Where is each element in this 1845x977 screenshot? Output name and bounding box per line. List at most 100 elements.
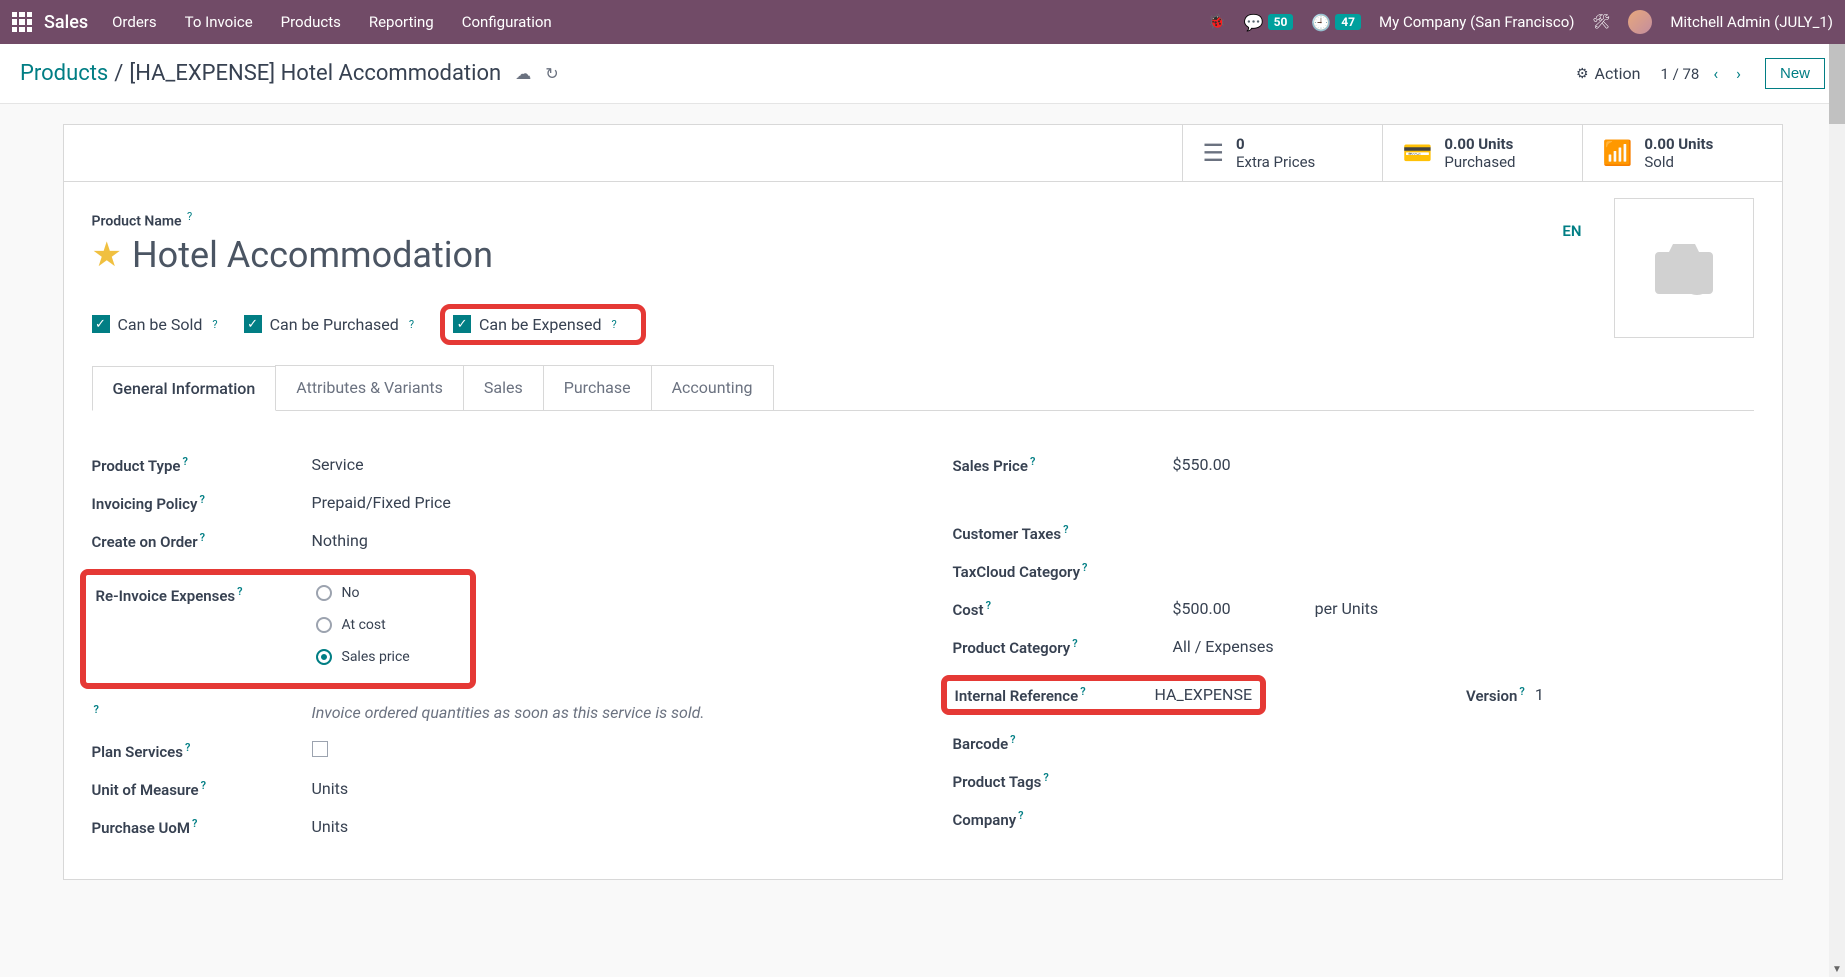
value-product-category[interactable]: All / Expenses xyxy=(1173,637,1274,656)
help-icon[interactable]: ? xyxy=(185,741,190,754)
help-icon[interactable]: ? xyxy=(237,585,242,598)
help-icon[interactable]: ? xyxy=(409,318,414,331)
help-icon[interactable]: ? xyxy=(200,531,205,544)
tab-general-information[interactable]: General Information xyxy=(92,366,277,411)
scroll-down-icon[interactable]: ▼ xyxy=(1829,961,1845,977)
pager: 1 / 78 ‹ › xyxy=(1660,64,1745,83)
pager-text[interactable]: 1 / 78 xyxy=(1660,65,1699,83)
cloud-save-icon[interactable]: ☁ xyxy=(515,64,531,83)
help-icon[interactable]: ? xyxy=(94,703,99,716)
highlight-internal-reference: Internal Reference? HA_EXPENSE xyxy=(941,675,1267,715)
tabs: General Information Attributes & Variant… xyxy=(92,365,1754,411)
bug-icon[interactable]: 🐞 xyxy=(1208,14,1225,30)
value-create-on-order[interactable]: Nothing xyxy=(312,531,368,550)
form-sheet: ☰ 0 Extra Prices 💳 0.00 Units Purchased … xyxy=(63,124,1783,880)
tab-purchase[interactable]: Purchase xyxy=(543,365,652,410)
discard-icon[interactable]: ↻ xyxy=(545,64,558,83)
breadcrumb-current: [HA_EXPENSE] Hotel Accommodation xyxy=(129,61,501,86)
value-internal-reference[interactable]: HA_EXPENSE xyxy=(1155,685,1253,704)
help-icon[interactable]: ? xyxy=(187,210,192,223)
credit-card-icon: 💳 xyxy=(1403,139,1433,167)
radio-at-cost[interactable]: At cost xyxy=(316,617,410,633)
bars-icon: 📶 xyxy=(1603,139,1633,167)
stat-purchased-val: 0.00 Units xyxy=(1444,135,1515,153)
messages-button[interactable]: 💬 50 xyxy=(1244,13,1294,32)
radio-no[interactable]: No xyxy=(316,585,410,601)
stat-sold[interactable]: 📶 0.00 Units Sold xyxy=(1582,125,1782,181)
check-can-be-expensed[interactable]: ✓ Can be Expensed ? xyxy=(453,315,617,334)
product-image-placeholder[interactable] xyxy=(1614,198,1754,338)
messages-count: 50 xyxy=(1268,14,1294,30)
company-selector[interactable]: My Company (San Francisco) xyxy=(1379,13,1574,31)
nav-link-products[interactable]: Products xyxy=(281,13,341,31)
help-icon[interactable]: ? xyxy=(1082,561,1087,574)
help-icon[interactable]: ? xyxy=(1519,685,1524,698)
help-icon[interactable]: ? xyxy=(1063,523,1068,536)
breadcrumb-root[interactable]: Products xyxy=(20,61,108,86)
stat-extra-prices[interactable]: ☰ 0 Extra Prices xyxy=(1182,125,1382,181)
help-icon[interactable]: ? xyxy=(611,318,616,331)
help-icon[interactable]: ? xyxy=(1043,771,1048,784)
avatar[interactable] xyxy=(1628,10,1652,34)
product-name-input[interactable]: Hotel Accommodation xyxy=(132,234,493,276)
favorite-star-icon[interactable]: ★ xyxy=(92,235,122,275)
help-icon[interactable]: ? xyxy=(986,599,991,612)
highlight-can-be-expensed: ✓ Can be Expensed ? xyxy=(440,304,646,345)
value-version[interactable]: 1 xyxy=(1535,685,1544,704)
help-icon[interactable]: ? xyxy=(1072,637,1077,650)
tab-attributes-variants[interactable]: Attributes & Variants xyxy=(275,365,464,410)
help-icon[interactable]: ? xyxy=(192,817,197,830)
value-purchase-uom[interactable]: Units xyxy=(312,817,349,836)
label-barcode: Barcode xyxy=(953,735,1009,753)
help-icon[interactable]: ? xyxy=(201,779,206,792)
value-uom[interactable]: Units xyxy=(312,779,349,798)
scrollbar[interactable]: ▼ xyxy=(1829,44,1845,977)
check-can-be-sold[interactable]: ✓ Can be Sold ? xyxy=(92,315,218,334)
app-title[interactable]: Sales xyxy=(44,12,88,33)
check-can-be-purchased[interactable]: ✓ Can be Purchased ? xyxy=(244,315,414,334)
stat-purchased[interactable]: 💳 0.00 Units Purchased xyxy=(1382,125,1582,181)
list-icon: ☰ xyxy=(1203,139,1225,167)
value-product-type[interactable]: Service xyxy=(312,455,364,474)
value-sales-price[interactable]: $550.00 xyxy=(1173,455,1231,474)
tab-sales[interactable]: Sales xyxy=(463,365,544,410)
help-icon[interactable]: ? xyxy=(182,455,187,468)
check-label-sold: Can be Sold xyxy=(118,315,203,334)
radio-sales-price[interactable]: Sales price xyxy=(316,649,410,665)
nav-link-orders[interactable]: Orders xyxy=(112,13,157,31)
help-icon[interactable]: ? xyxy=(199,493,204,506)
tools-icon[interactable]: 🛠 xyxy=(1593,14,1611,30)
help-icon[interactable]: ? xyxy=(212,318,217,331)
label-purchase-uom: Purchase UoM xyxy=(92,819,190,837)
clock-icon: 🕘 xyxy=(1311,13,1331,32)
left-column: Product Type? Service Invoicing Policy? … xyxy=(92,455,893,855)
apps-icon[interactable] xyxy=(12,12,32,32)
help-icon[interactable]: ? xyxy=(1080,685,1085,698)
pager-prev-icon[interactable]: ‹ xyxy=(1709,64,1722,83)
nav-link-toinvoice[interactable]: To Invoice xyxy=(185,13,253,31)
camera-plus-icon xyxy=(1649,238,1719,298)
stat-extra-prices-val: 0 xyxy=(1236,135,1315,153)
activities-button[interactable]: 🕘 47 xyxy=(1311,13,1361,32)
new-button[interactable]: New xyxy=(1765,58,1825,89)
value-cost[interactable]: $500.00 xyxy=(1173,599,1231,618)
nav-link-reporting[interactable]: Reporting xyxy=(369,13,434,31)
nav-right: 🐞 💬 50 🕘 47 My Company (San Francisco) 🛠… xyxy=(1208,10,1833,34)
help-icon[interactable]: ? xyxy=(1018,809,1023,822)
label-internal-reference: Internal Reference xyxy=(955,687,1079,705)
help-icon[interactable]: ? xyxy=(1010,733,1015,746)
reinvoice-radio-group: No At cost Sales price xyxy=(316,585,410,665)
help-icon[interactable]: ? xyxy=(1030,455,1035,468)
scroll-thumb[interactable] xyxy=(1829,44,1845,124)
value-invoicing-policy[interactable]: Prepaid/Fixed Price xyxy=(312,493,451,512)
user-menu[interactable]: Mitchell Admin (JULY_1) xyxy=(1670,13,1833,31)
action-menu[interactable]: ⚙ Action xyxy=(1576,64,1640,83)
stat-sold-label: Sold xyxy=(1644,153,1713,171)
highlight-reinvoice: Re-Invoice Expenses? No At cost Sales pr… xyxy=(80,569,476,689)
stat-purchased-label: Purchased xyxy=(1444,153,1515,171)
tab-accounting[interactable]: Accounting xyxy=(651,365,774,410)
plan-services-checkbox[interactable] xyxy=(312,741,328,757)
language-toggle[interactable]: EN xyxy=(1562,222,1581,240)
pager-next-icon[interactable]: › xyxy=(1732,64,1745,83)
nav-link-configuration[interactable]: Configuration xyxy=(462,13,552,31)
